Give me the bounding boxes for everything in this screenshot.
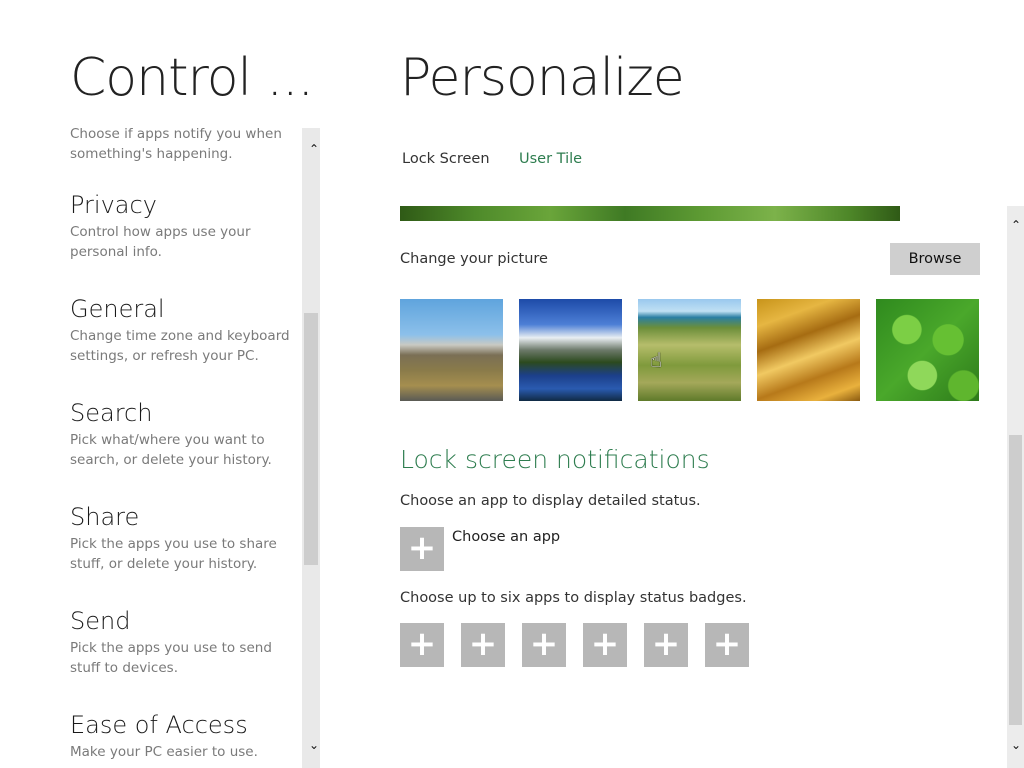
settings-item-ease-of-access[interactable]: Ease of Access Make your PC easier to us…	[70, 710, 300, 762]
settings-item-name: Ease of Access	[70, 711, 248, 739]
right-scrollbar[interactable]: ⌃ ⌄	[1007, 206, 1024, 768]
badges-text: Choose up to six apps to display status …	[400, 590, 747, 606]
hand-cursor-icon: ☝	[650, 348, 663, 372]
settings-item-desc: Change time zone and keyboard settings, …	[70, 328, 290, 364]
add-badge-app-button[interactable]: +	[522, 623, 566, 667]
section-title: Lock screen notifications	[400, 445, 710, 474]
add-badge-app-button[interactable]: +	[705, 623, 749, 667]
settings-item-notifications[interactable]: Choose if apps notify you when something…	[70, 128, 300, 164]
left-pane-title: Control ...	[70, 48, 314, 108]
browse-button[interactable]: Browse	[890, 243, 980, 275]
scroll-up-arrow-icon[interactable]: ⌃	[1007, 218, 1024, 232]
add-detailed-status-app-button[interactable]: +	[400, 527, 444, 571]
picture-thumbnail-mountain-road[interactable]	[400, 299, 503, 401]
add-badge-app-button[interactable]: +	[461, 623, 505, 667]
scrollbar-thumb[interactable]	[304, 313, 318, 565]
picture-thumbnail-mountain-lake[interactable]	[519, 299, 622, 401]
settings-item-desc: Make your PC easier to use.	[70, 744, 258, 760]
change-picture-label: Change your picture	[400, 251, 548, 267]
settings-item-privacy[interactable]: Privacy Control how apps use your person…	[70, 190, 300, 262]
tab-user-tile[interactable]: User Tile	[519, 151, 582, 167]
settings-item-desc: Pick the apps you use to share stuff, or…	[70, 536, 277, 572]
settings-item-send[interactable]: Send Pick the apps you use to send stuff…	[70, 606, 300, 678]
lock-screen-preview	[400, 206, 900, 221]
settings-item-share[interactable]: Share Pick the apps you use to share stu…	[70, 502, 300, 574]
scroll-up-arrow-icon[interactable]: ⌃	[305, 142, 323, 156]
picture-thumbnail-golden-grass[interactable]	[757, 299, 860, 401]
settings-category-list: Choose if apps notify you when something…	[0, 128, 302, 768]
settings-item-name: Send	[70, 607, 131, 635]
settings-item-name: General	[70, 295, 165, 323]
settings-item-name: Privacy	[70, 191, 157, 219]
settings-item-desc: Choose if apps notify you when something…	[70, 128, 282, 162]
settings-item-desc: Pick what/where you want to search, or d…	[70, 432, 272, 468]
settings-item-search[interactable]: Search Pick what/where you want to searc…	[70, 398, 300, 470]
choose-app-label: Choose an app	[452, 529, 561, 545]
add-badge-app-button[interactable]: +	[400, 623, 444, 667]
settings-item-desc: Pick the apps you use to send stuff to d…	[70, 640, 272, 676]
scrollbar-thumb[interactable]	[1009, 435, 1022, 725]
add-badge-app-button[interactable]: +	[583, 623, 627, 667]
settings-item-general[interactable]: General Change time zone and keyboard se…	[70, 294, 300, 366]
add-badge-app-button[interactable]: +	[644, 623, 688, 667]
scroll-down-arrow-icon[interactable]: ⌄	[1007, 738, 1024, 752]
tab-lock-screen[interactable]: Lock Screen	[402, 151, 490, 167]
settings-item-desc: Control how apps use your personal info.	[70, 224, 251, 260]
detailed-status-text: Choose an app to display detailed status…	[400, 493, 701, 509]
picture-thumbnail-green-clover[interactable]	[876, 299, 979, 401]
settings-item-name: Share	[70, 503, 140, 531]
scroll-down-arrow-icon[interactable]: ⌄	[305, 738, 323, 752]
page-title: Personalize	[400, 48, 685, 108]
left-scrollbar[interactable]: ⌃ ⌄	[302, 128, 320, 768]
settings-item-name: Search	[70, 399, 153, 427]
